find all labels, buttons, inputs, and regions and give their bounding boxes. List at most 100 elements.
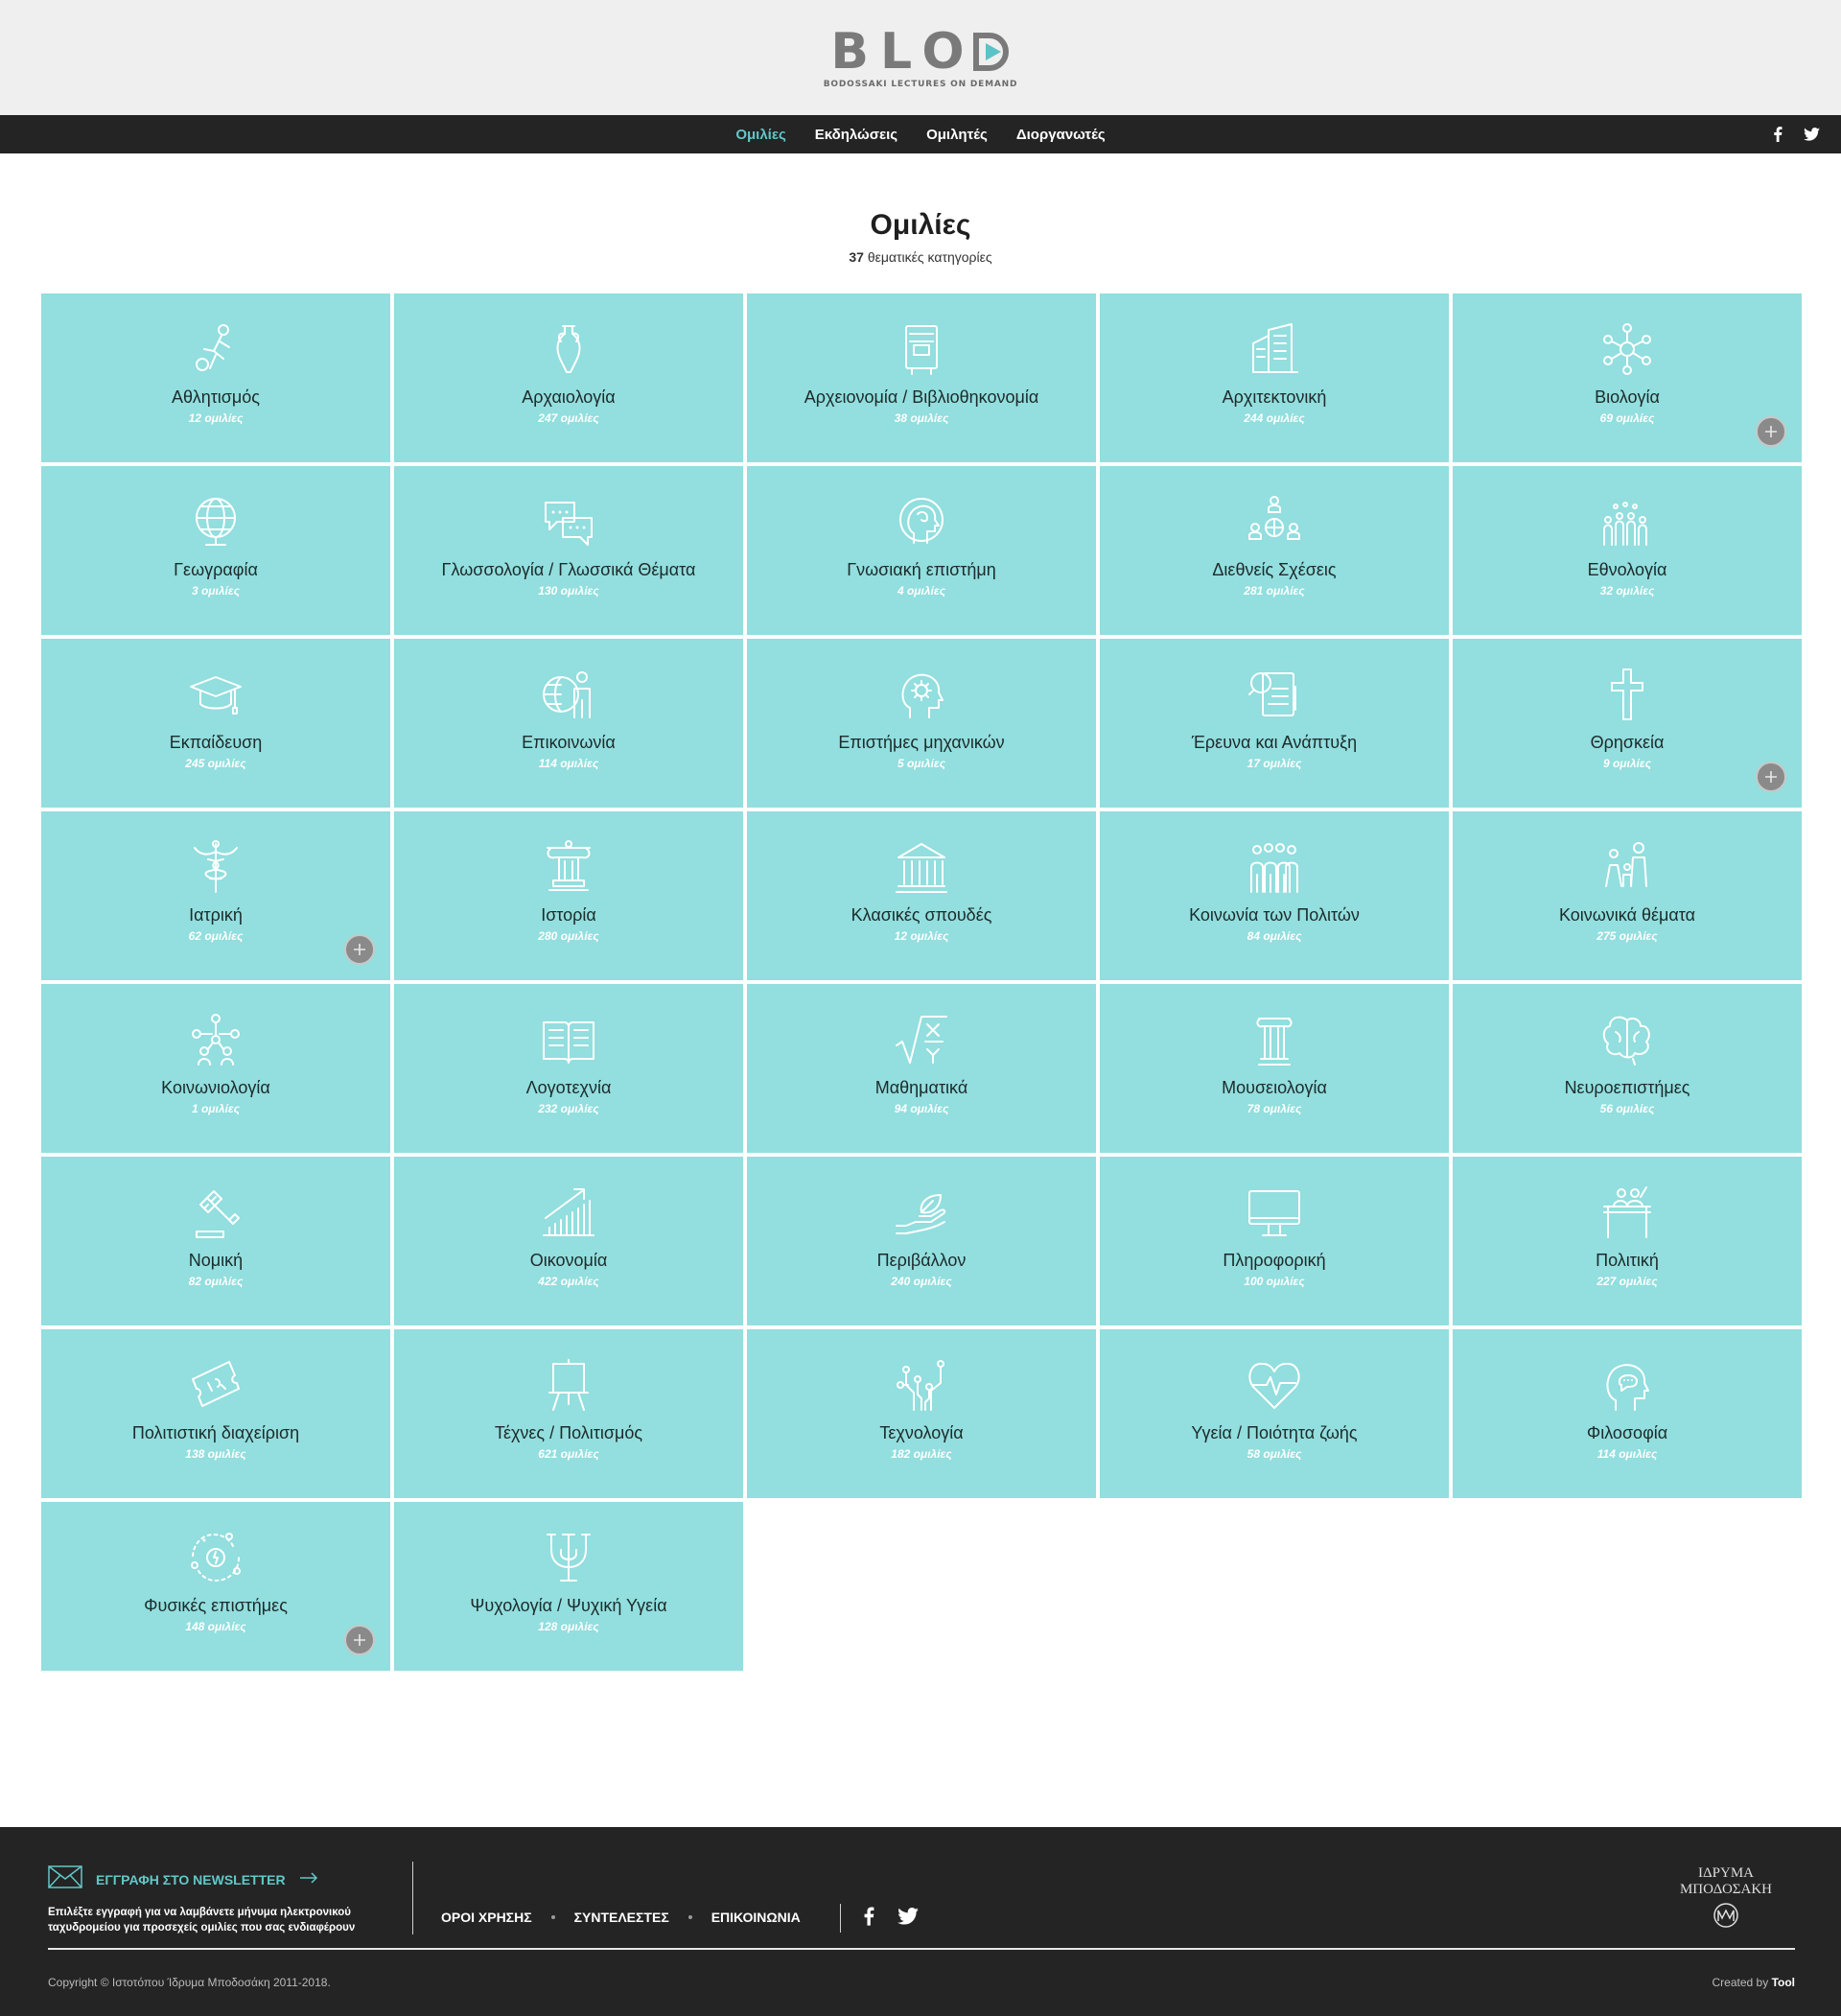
twitter-icon[interactable] bbox=[897, 1908, 919, 1930]
category-tile[interactable]: Κοινωνικά θέματα 275 ομιλίες bbox=[1453, 811, 1802, 980]
category-tile[interactable]: Πολιτιστική διαχείριση 138 ομιλίες bbox=[41, 1329, 390, 1498]
copyright-text: Copyright © Ιστοτόπου Ίδρυμα Μποδοσάκη 2… bbox=[48, 1976, 331, 1989]
category-tile[interactable]: Κοινωνιολογία 1 ομιλίες bbox=[41, 984, 390, 1153]
category-name: Γλωσσολογία / Γλωσσικά Θέματα bbox=[441, 560, 696, 579]
category-tile[interactable]: Φυσικές επιστήμες 148 ομιλίες bbox=[41, 1502, 390, 1671]
globe-person-icon bbox=[540, 666, 597, 723]
logo-play-icon bbox=[972, 32, 1011, 71]
category-tile[interactable]: Τέχνες / Πολιτισμός 621 ομιλίες bbox=[394, 1329, 743, 1498]
footer-dot bbox=[550, 1915, 555, 1919]
circuit-icon bbox=[893, 1356, 950, 1414]
category-tile[interactable]: Μαθηματικά 94 ομιλίες bbox=[747, 984, 1096, 1153]
category-tile[interactable]: Εκπαίδευση 245 ομιλίες bbox=[41, 639, 390, 808]
category-name: Λογοτεχνία bbox=[525, 1078, 612, 1097]
category-tile[interactable]: Πολιτική 227 ομιλίες bbox=[1453, 1157, 1802, 1325]
category-tile[interactable]: Ιστορία 280 ομιλίες bbox=[394, 811, 743, 980]
category-talk-count: 84 ομιλίες bbox=[1247, 929, 1302, 943]
head-gear-icon bbox=[893, 666, 950, 723]
graduation-cap-icon bbox=[187, 666, 245, 723]
category-tile[interactable]: Κλασικές σπουδές 12 ομιλίες bbox=[747, 811, 1096, 980]
footer-link-credits[interactable]: ΣΥΝΤΕΛΕΣΤΕΣ bbox=[574, 1910, 669, 1925]
footer-divider bbox=[840, 1904, 841, 1933]
category-name: Κλασικές σπουδές bbox=[851, 905, 992, 925]
category-talk-count: 32 ομιλίες bbox=[1599, 584, 1655, 598]
podium-icon bbox=[1598, 1184, 1656, 1241]
category-tile[interactable]: Αρχαιολογία 247 ομιλίες bbox=[394, 293, 743, 462]
category-name: Εθνολογία bbox=[1587, 560, 1667, 579]
logo-subtitle: BODOSSAKI LECTURES ON DEMAND bbox=[823, 79, 1018, 89]
speech-bubbles-icon bbox=[540, 493, 597, 551]
category-talk-count: 245 ομιλίες bbox=[185, 757, 246, 770]
category-tile[interactable]: Αρχιτεκτονική 244 ομιλίες bbox=[1100, 293, 1449, 462]
twitter-icon[interactable] bbox=[1804, 128, 1820, 141]
category-tile[interactable]: Γεωγραφία 3 ομιλίες bbox=[41, 466, 390, 635]
category-tile[interactable]: Οικονομία 422 ομιλίες bbox=[394, 1157, 743, 1325]
category-tile[interactable]: Αθλητισμός 12 ομιλίες bbox=[41, 293, 390, 462]
creator-link[interactable]: Tool bbox=[1772, 1976, 1795, 1989]
category-tile[interactable]: Υγεία / Ποιότητα ζωής 58 ομιλίες bbox=[1100, 1329, 1449, 1498]
expand-plus-icon[interactable] bbox=[344, 934, 375, 965]
monitor-icon bbox=[1246, 1184, 1303, 1241]
hand-leaf-icon bbox=[893, 1184, 950, 1241]
category-talk-count: 78 ομιλίες bbox=[1247, 1102, 1302, 1115]
category-talk-count: 227 ομιλίες bbox=[1596, 1275, 1658, 1288]
category-name: Έρευνα και Ανάπτυξη bbox=[1191, 733, 1358, 752]
newsletter-signup-link[interactable]: ΕΓΓΡΑΦΗ ΣΤΟ NEWSLETTER bbox=[96, 1872, 286, 1887]
category-name: Ψυχολογία / Ψυχική Υγεία bbox=[470, 1596, 667, 1615]
category-tile[interactable]: Λογοτεχνία 232 ομιλίες bbox=[394, 984, 743, 1153]
category-tile[interactable]: Γνωσιακή επιστήμη 4 ομιλίες bbox=[747, 466, 1096, 635]
footer-link-contact[interactable]: ΕΠΙΚΟΙΝΩΝΙΑ bbox=[711, 1910, 801, 1925]
category-tile[interactable]: Ψυχολογία / Ψυχική Υγεία 128 ομιλίες bbox=[394, 1502, 743, 1671]
category-tile[interactable]: Βιολογία 69 ομιλίες bbox=[1453, 293, 1802, 462]
expand-plus-icon[interactable] bbox=[344, 1625, 375, 1655]
facebook-icon[interactable] bbox=[863, 1906, 874, 1932]
category-tile[interactable]: Νευροεπιστήμες 56 ομιλίες bbox=[1453, 984, 1802, 1153]
category-name: Κοινωνικά θέματα bbox=[1558, 905, 1696, 925]
expand-plus-icon[interactable] bbox=[1756, 416, 1786, 447]
orbit-icon bbox=[187, 1529, 245, 1586]
brain-icon bbox=[1598, 1011, 1656, 1068]
category-tile[interactable]: Μουσειολογία 78 ομιλίες bbox=[1100, 984, 1449, 1153]
category-name: Θρησκεία bbox=[1590, 733, 1665, 752]
nav-item-speakers[interactable]: Ομιλητές bbox=[926, 127, 988, 143]
nav-item-talks[interactable]: Ομιλίες bbox=[735, 127, 785, 143]
people-globe-icon bbox=[1246, 493, 1303, 551]
category-count-label: θεματικές κατηγορίες bbox=[867, 249, 992, 265]
category-tile[interactable]: Γλωσσολογία / Γλωσσικά Θέματα 130 ομιλίες bbox=[394, 466, 743, 635]
category-tile[interactable]: Επιστήμες μηχανικών 5 ομιλίες bbox=[747, 639, 1096, 808]
facebook-icon[interactable] bbox=[1773, 127, 1783, 142]
expand-plus-icon[interactable] bbox=[1756, 762, 1786, 792]
category-tile[interactable]: Διεθνείς Σχέσεις 281 ομιλίες bbox=[1100, 466, 1449, 635]
page-title: Ομιλίες bbox=[870, 209, 971, 241]
category-name: Φυσικές επιστήμες bbox=[144, 1596, 288, 1615]
category-tile[interactable]: Πληροφορική 100 ομιλίες bbox=[1100, 1157, 1449, 1325]
newsletter-block: ΕΓΓΡΑΦΗ ΣΤΟ NEWSLETTER Επιλέξτε εγγραφή … bbox=[48, 1865, 393, 1935]
category-talk-count: 247 ομιλίες bbox=[538, 411, 599, 425]
arrow-right-icon[interactable] bbox=[299, 1871, 318, 1888]
nav-item-organizers[interactable]: Διοργανωτές bbox=[1016, 127, 1106, 143]
category-tile[interactable]: Τεχνολογία 182 ομιλίες bbox=[747, 1329, 1096, 1498]
category-talk-count: 280 ομιλίες bbox=[538, 929, 599, 943]
category-tile[interactable]: Κοινωνία των Πολιτών 84 ομιλίες bbox=[1100, 811, 1449, 980]
amphora-icon bbox=[540, 320, 597, 378]
category-name: Κοινωνιολογία bbox=[161, 1078, 270, 1097]
gavel-icon bbox=[187, 1184, 245, 1241]
site-footer: ΕΓΓΡΑΦΗ ΣΤΟ NEWSLETTER Επιλέξτε εγγραφή … bbox=[0, 1827, 1841, 2016]
category-tile[interactable]: Έρευνα και Ανάπτυξη 17 ομιλίες bbox=[1100, 639, 1449, 808]
category-tile[interactable]: Ιατρική 62 ομιλίες bbox=[41, 811, 390, 980]
open-book-icon bbox=[540, 1011, 597, 1068]
category-tile[interactable]: Περιβάλλον 240 ομιλίες bbox=[747, 1157, 1096, 1325]
category-name: Διεθνείς Σχέσεις bbox=[1212, 560, 1337, 579]
category-tile[interactable]: Νομική 82 ομιλίες bbox=[41, 1157, 390, 1325]
category-tile[interactable]: Εθνολογία 32 ομιλίες bbox=[1453, 466, 1802, 635]
category-tile[interactable]: Επικοινωνία 114 ομιλίες bbox=[394, 639, 743, 808]
nav-item-events[interactable]: Εκδηλώσεις bbox=[815, 127, 897, 143]
foundation-logo[interactable]: ΙΔΡΥΜΑ ΜΠΟΔΟΣΑΚΗ bbox=[1668, 1865, 1783, 1929]
category-tile[interactable]: Θρησκεία 9 ομιλίες bbox=[1453, 639, 1802, 808]
category-talk-count: 17 ομιλίες bbox=[1247, 757, 1302, 770]
category-tile[interactable]: Αρχειονομία / Βιβλιοθηκονομία 38 ομιλίες bbox=[747, 293, 1096, 462]
category-name: Τεχνολογία bbox=[879, 1423, 964, 1442]
footer-link-terms[interactable]: ΟΡΟΙ ΧΡΗΣΗΣ bbox=[441, 1910, 532, 1925]
blod-logo[interactable]: BLO BODOSSAKI LECTURES ON DEMAND bbox=[824, 27, 1018, 89]
category-tile[interactable]: Φιλοσοφία 114 ομιλίες bbox=[1453, 1329, 1802, 1498]
